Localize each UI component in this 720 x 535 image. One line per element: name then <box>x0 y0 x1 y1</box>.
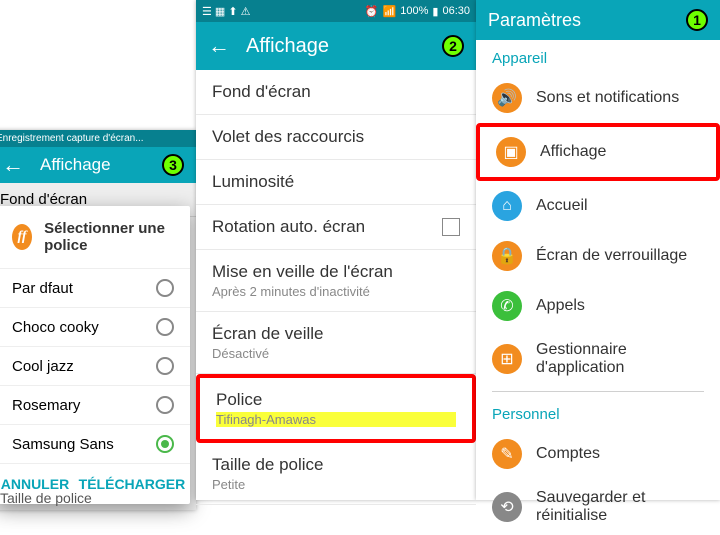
font-icon: ff <box>12 224 32 250</box>
display-item-luminosit-[interactable]: Luminosité <box>196 160 476 205</box>
header-title-1: Paramètres <box>488 10 581 31</box>
bg-item-taille: Taille de police <box>0 490 92 506</box>
item-label: Police <box>216 390 456 410</box>
menu-label: Affichage <box>540 143 606 161</box>
alarm-icon: ⏰ <box>365 5 379 18</box>
radio-icon-selected <box>156 435 174 453</box>
dialog-title: ff Sélectionner une police <box>0 206 190 268</box>
section-appareil: Appareil <box>476 40 720 73</box>
item-sub: Désactivé <box>212 346 460 361</box>
menu-icon: 🔒 <box>492 241 522 271</box>
display-item-fond-d-cran[interactable]: Fond d'écran <box>196 70 476 115</box>
font-option-default[interactable]: Par dfaut <box>0 268 190 307</box>
menu-icon: ✎ <box>492 439 522 469</box>
dialog-title-text: Sélectionner une police <box>44 220 174 254</box>
item-label: Fond d'écran <box>212 82 460 102</box>
header-affichage-2: ← Affichage 2 <box>196 22 476 70</box>
display-item-police[interactable]: Police Tifinagh-Amawas <box>196 374 476 443</box>
settings-item-gestionnaire-d-application[interactable]: ⊞ Gestionnaire d'application <box>476 331 720 387</box>
item-label: Luminosité <box>212 172 460 192</box>
status-icon: ☰ ▦ ⬆ ⚠ <box>202 5 251 18</box>
menu-label: Accueil <box>536 197 588 215</box>
header-parametres: Paramètres 1 <box>476 0 720 40</box>
settings-item-accueil[interactable]: ⌂ Accueil <box>476 181 720 231</box>
header-title-2: Affichage <box>246 35 329 58</box>
font-option-samsung[interactable]: Samsung Sans <box>0 424 190 463</box>
item-label: Volet des raccourcis <box>212 127 460 147</box>
menu-label: Sauvegarder et réinitialise <box>536 489 704 525</box>
radio-icon <box>156 279 174 297</box>
item-label: Écran de veille <box>212 324 460 344</box>
section-personnel: Personnel <box>476 396 720 429</box>
display-item-mise-en-veille-de-l-cran[interactable]: Mise en veille de l'écran Après 2 minutes… <box>196 250 476 312</box>
font-option-cooljazz[interactable]: Cool jazz <box>0 346 190 385</box>
display-item-taille-de-police[interactable]: Taille de police Petite <box>196 443 476 505</box>
menu-label: Gestionnaire d'application <box>536 341 704 377</box>
menu-icon: ⌂ <box>492 191 522 221</box>
menu-label: Sons et notifications <box>536 89 679 107</box>
menu-label: Écran de verrouillage <box>536 247 687 265</box>
back-arrow-icon[interactable]: ← <box>2 152 24 178</box>
menu-icon: 🔊 <box>492 83 522 113</box>
checkbox-icon[interactable] <box>442 218 460 236</box>
menu-label: Comptes <box>536 445 600 463</box>
font-option-choco[interactable]: Choco cooky <box>0 307 190 346</box>
display-item-volet-des-raccourcis[interactable]: Volet des raccourcis <box>196 115 476 160</box>
status-bar: ☰ ▦ ⬆ ⚠ ⏰ 📶 100% ▮ 06:30 <box>196 0 476 22</box>
radio-icon <box>156 357 174 375</box>
item-sub: Petite <box>212 477 460 492</box>
toast-saving: Enregistrement capture d'écran... <box>0 130 196 147</box>
settings-item--cran-de-verrouillage[interactable]: 🔒 Écran de verrouillage <box>476 231 720 281</box>
menu-icon: ⊞ <box>492 344 522 374</box>
font-option-rosemary[interactable]: Rosemary <box>0 385 190 424</box>
step-badge-3: 3 <box>162 154 184 176</box>
menu-icon: ✆ <box>492 291 522 321</box>
settings-item-sons-et-notifications[interactable]: 🔊 Sons et notifications <box>476 73 720 123</box>
battery-text: 100% <box>400 5 428 17</box>
step-badge-2: 2 <box>442 35 464 57</box>
menu-icon: ▣ <box>496 137 526 167</box>
header-affichage-3: ← Affichage 3 <box>0 147 196 183</box>
clock-text: 06:30 <box>442 5 470 17</box>
item-sub: Après 2 minutes d'inactivité <box>212 284 460 299</box>
radio-icon <box>156 396 174 414</box>
item-label: Taille de police <box>212 455 460 475</box>
item-label: Mise en veille de l'écran <box>212 262 460 282</box>
signal-icon: 📶 <box>383 5 397 18</box>
display-item--cran-de-veille[interactable]: Écran de veille Désactivé <box>196 312 476 374</box>
item-sub: Tifinagh-Amawas <box>216 412 456 427</box>
download-button[interactable]: TÉLÉCHARGER <box>79 476 186 492</box>
step-badge-1: 1 <box>686 9 708 31</box>
settings-item-sauvegarder-et-r-initialise[interactable]: ⟲ Sauvegarder et réinitialise <box>476 479 720 535</box>
battery-icon: ▮ <box>432 5 438 18</box>
settings-item-comptes[interactable]: ✎ Comptes <box>476 429 720 479</box>
settings-item-affichage[interactable]: ▣ Affichage <box>476 123 720 181</box>
radio-icon <box>156 318 174 336</box>
display-item-rotation-auto-cran[interactable]: Rotation auto. écran <box>196 205 476 250</box>
item-label: Rotation auto. écran <box>212 217 442 237</box>
menu-label: Appels <box>536 297 585 315</box>
settings-item-appels[interactable]: ✆ Appels <box>476 281 720 331</box>
menu-icon: ⟲ <box>492 492 522 522</box>
header-title-3: Affichage <box>40 155 111 175</box>
back-arrow-icon[interactable]: ← <box>208 33 230 59</box>
